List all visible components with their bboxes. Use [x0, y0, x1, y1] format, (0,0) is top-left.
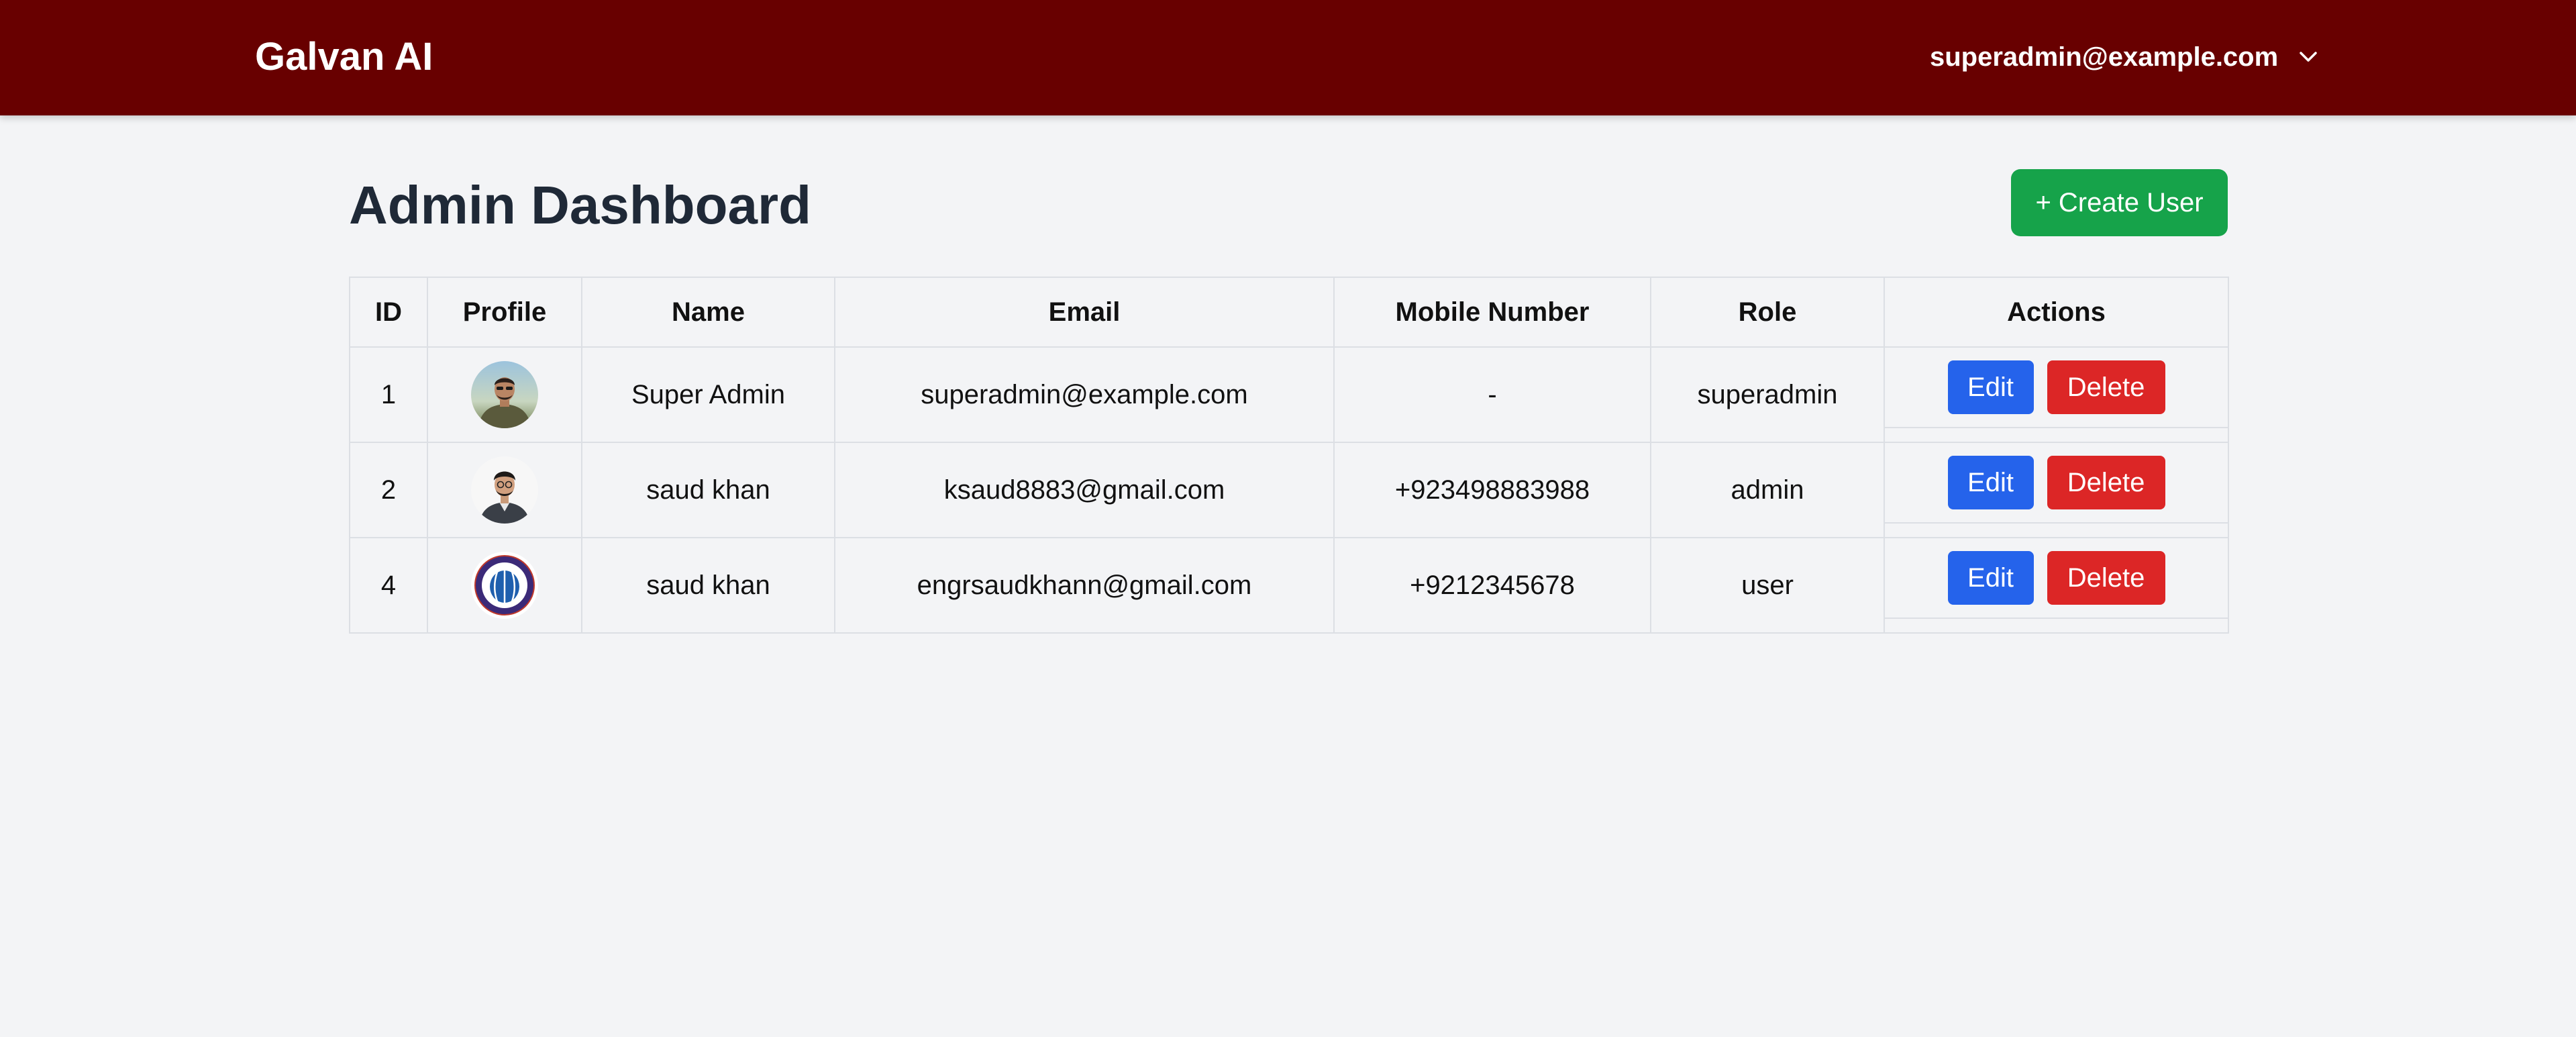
header-name: Name [581, 277, 835, 348]
avatar [471, 361, 538, 428]
edit-button[interactable]: Edit [1947, 360, 2034, 414]
avatar [471, 552, 538, 619]
chevron-down-icon[interactable] [2297, 46, 2320, 68]
cell-profile [427, 346, 582, 443]
actions-group: Edit Delete [1885, 348, 2228, 428]
cell-profile [427, 442, 582, 538]
cell-role: superadmin [1650, 346, 1885, 443]
page-title: Admin Dashboard [349, 175, 811, 235]
user-menu-dropdown[interactable]: superadmin@example.com [1930, 35, 2320, 79]
header-role: Role [1650, 277, 1885, 348]
table-header-row: ID Profile Name Email Mobile Number Role… [349, 277, 2229, 348]
cell-mobile: - [1333, 346, 1651, 443]
delete-button[interactable]: Delete [2047, 456, 2165, 509]
top-navbar: Galvan AI superadmin@example.com [0, 0, 2576, 115]
cell-email: ksaud8883@gmail.com [834, 442, 1335, 538]
table-row: 2 saud khan ksaud8883@gmail.com +9234988… [349, 442, 2229, 538]
brand-logo-text[interactable]: Galvan AI [255, 32, 433, 82]
actions-group: Edit Delete [1885, 443, 2228, 524]
cell-actions: Edit Delete [1884, 346, 2229, 443]
cell-email: engrsaudkhann@gmail.com [834, 537, 1335, 634]
cell-role: user [1650, 537, 1885, 634]
user-email[interactable]: superadmin@example.com [1930, 42, 2278, 72]
users-table: ID Profile Name Email Mobile Number Role… [349, 277, 2229, 634]
cell-name: Super Admin [581, 346, 835, 443]
header-profile: Profile [427, 277, 582, 348]
cell-id: 2 [349, 442, 428, 538]
delete-button[interactable]: Delete [2047, 360, 2165, 414]
actions-group: Edit Delete [1885, 538, 2228, 619]
avatar [471, 456, 538, 524]
header-mobile-number: Mobile Number [1333, 277, 1651, 348]
cell-actions: Edit Delete [1884, 442, 2229, 538]
cell-id: 4 [349, 537, 428, 634]
cell-profile [427, 537, 582, 634]
cell-name: saud khan [581, 537, 835, 634]
delete-button[interactable]: Delete [2047, 551, 2165, 605]
cell-actions: Edit Delete [1884, 537, 2229, 634]
edit-button[interactable]: Edit [1947, 551, 2034, 605]
create-user-button[interactable]: + Create User [2011, 169, 2228, 236]
cell-role: admin [1650, 442, 1885, 538]
cell-name: saud khan [581, 442, 835, 538]
cell-mobile: +9212345678 [1333, 537, 1651, 634]
header-email: Email [834, 277, 1335, 348]
header-id: ID [349, 277, 428, 348]
cell-mobile: +923498883988 [1333, 442, 1651, 538]
header-actions: Actions [1884, 277, 2229, 348]
cell-id: 1 [349, 346, 428, 443]
table-row: 1 Super Admin superadmin@example.com - s… [349, 346, 2229, 443]
edit-button[interactable]: Edit [1947, 456, 2034, 509]
table-row: 4 saud khan engrsaudkhann@gmail.com +921… [349, 537, 2229, 634]
cell-email: superadmin@example.com [834, 346, 1335, 443]
